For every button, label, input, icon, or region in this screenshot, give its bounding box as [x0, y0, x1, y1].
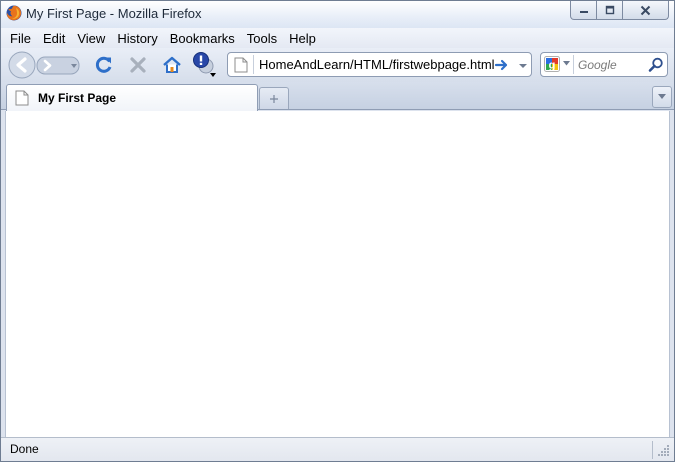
chevron-down-icon[interactable] — [518, 57, 528, 73]
tab-my-first-page[interactable]: My First Page — [6, 84, 258, 111]
search-input[interactable]: Google — [578, 58, 617, 72]
menu-file[interactable]: File — [1, 28, 37, 48]
menu-edit[interactable]: Edit — [37, 28, 71, 48]
search-icon[interactable] — [648, 57, 664, 73]
page-icon — [15, 90, 29, 106]
reload-icon — [95, 56, 112, 73]
maximize-icon — [605, 5, 614, 15]
stop-icon — [130, 57, 146, 73]
title-bar: My First Page - Mozilla Firefox — [1, 1, 674, 28]
forward-button[interactable] — [37, 57, 59, 74]
status-separator — [652, 441, 653, 459]
resize-grip-icon[interactable] — [656, 443, 670, 457]
back-button[interactable] — [7, 51, 35, 79]
menu-bookmarks[interactable]: Bookmarks — [164, 28, 241, 48]
page-icon — [234, 57, 248, 73]
addon-icon — [193, 52, 216, 77]
status-text: Done — [10, 442, 39, 456]
page-content[interactable] — [5, 111, 670, 437]
window-controls — [570, 1, 669, 20]
close-icon — [640, 5, 651, 15]
status-bar: Done — [1, 437, 674, 461]
tab-label: My First Page — [38, 91, 117, 105]
addon-button[interactable] — [191, 50, 219, 78]
back-icon — [7, 51, 35, 79]
browser-window: My First Page - Mozilla Firefox File Edi… — [0, 0, 675, 462]
go-arrow-icon[interactable] — [494, 57, 510, 73]
search-separator — [573, 55, 574, 74]
new-tab-button[interactable] — [259, 87, 289, 109]
history-dropdown-button[interactable] — [67, 57, 82, 74]
menu-help[interactable]: Help — [283, 28, 322, 48]
tab-strip: My First Page — [1, 82, 674, 111]
close-button[interactable] — [623, 1, 669, 20]
google-icon[interactable]: g — [544, 56, 560, 72]
chevron-down-icon[interactable] — [563, 61, 570, 66]
chevron-down-icon — [658, 94, 666, 99]
menu-bar: File Edit View History Bookmarks Tools H… — [1, 28, 674, 48]
svg-text:g: g — [549, 60, 556, 72]
menu-view[interactable]: View — [71, 28, 111, 48]
minimize-button[interactable] — [570, 1, 597, 20]
menu-history[interactable]: History — [111, 28, 163, 48]
firefox-logo-icon — [6, 5, 22, 21]
menu-tools[interactable]: Tools — [241, 28, 283, 48]
address-bar[interactable]: HomeAndLearn/HTML/firstwebpage.html — [227, 52, 532, 77]
minimize-icon — [579, 11, 588, 13]
maximize-button[interactable] — [597, 1, 623, 20]
chevron-down-icon — [67, 57, 82, 74]
address-input[interactable]: HomeAndLearn/HTML/firstwebpage.html — [259, 57, 495, 72]
forward-icon — [37, 57, 59, 74]
window-title: My First Page - Mozilla Firefox — [26, 6, 202, 21]
plus-icon — [270, 94, 278, 103]
stop-button[interactable] — [126, 53, 150, 77]
list-all-tabs-button[interactable] — [652, 86, 672, 108]
search-bar[interactable]: g Google — [540, 52, 668, 77]
reload-button[interactable] — [92, 53, 116, 77]
navigation-toolbar: HomeAndLearn/HTML/firstwebpage.html g Go… — [1, 48, 674, 82]
home-button[interactable] — [160, 53, 184, 77]
address-separator — [253, 55, 254, 74]
home-icon — [163, 56, 181, 73]
